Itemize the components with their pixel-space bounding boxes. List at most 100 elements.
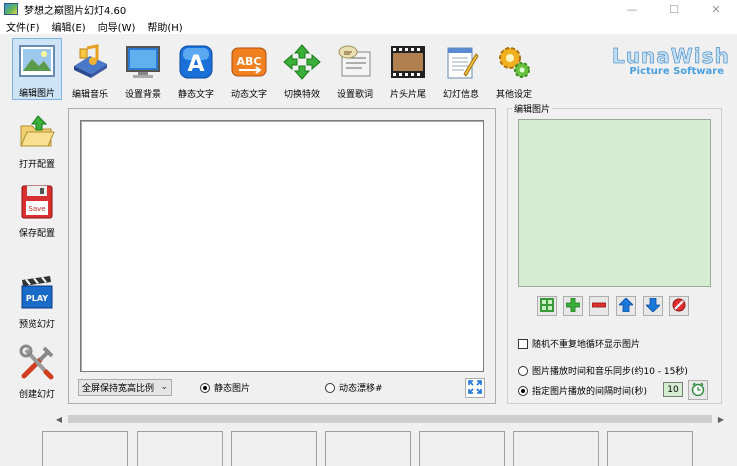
open-config-label: 打开配置 xyxy=(18,160,55,170)
open-folder-icon xyxy=(17,113,57,153)
radio-dot xyxy=(518,365,528,376)
menu-bar: 文件(F) 编辑(E) 向导(W) 帮助(H) xyxy=(0,18,737,34)
radio-dot xyxy=(518,385,528,396)
close-button[interactable]: ✕ xyxy=(695,0,737,18)
create-slideshow-button[interactable]: 创建幻灯 xyxy=(10,343,64,403)
svg-text:A: A xyxy=(187,52,204,77)
sync-music-label: 图片播放时间和音乐同步(约10 - 15秒) xyxy=(532,367,688,377)
picture-list[interactable] xyxy=(518,119,711,287)
notepad-icon xyxy=(441,42,481,81)
opening-ending-button[interactable]: 片头片尾 xyxy=(383,38,433,100)
preview-slideshow-button[interactable]: PLAY 预览幻灯 xyxy=(10,273,64,333)
random-loop-label: 随机不重复地循环显示图片 xyxy=(532,340,641,350)
slideshow-info-button[interactable]: 幻灯信息 xyxy=(436,38,486,100)
save-config-button[interactable]: Save 保存配置 xyxy=(10,182,64,242)
expand-icon xyxy=(468,379,482,397)
set-lyrics-button[interactable]: 设置歌词 xyxy=(330,38,380,100)
scroll-left-icon[interactable]: ◀ xyxy=(52,411,66,427)
window-controls: — ☐ ✕ xyxy=(611,0,737,18)
interval-label: 指定图片播放的间隔时间(秒) xyxy=(532,387,648,397)
add-picture-button[interactable] xyxy=(563,296,583,316)
sync-music-radio[interactable]: 图片播放时间和音乐同步(约10 - 15秒) xyxy=(518,364,688,377)
thumbnail-slot[interactable] xyxy=(607,431,693,466)
thumbnail-slot[interactable] xyxy=(137,431,223,466)
static-image-label: 静态图片 xyxy=(214,384,251,394)
interval-input[interactable]: 10 xyxy=(663,382,683,397)
logo-main-text: LunaWish xyxy=(612,44,730,69)
arrow-down-icon xyxy=(645,297,661,315)
edit-picture-label: 编辑图片 xyxy=(18,89,55,99)
abc-icon: ABC xyxy=(229,42,269,81)
checkbox-box xyxy=(518,338,528,349)
thumbnail-slot[interactable] xyxy=(42,431,128,466)
edit-picture-icon xyxy=(17,43,57,80)
lyrics-icon xyxy=(335,42,375,81)
remove-picture-button[interactable] xyxy=(589,296,609,316)
fullscreen-button[interactable] xyxy=(465,378,485,398)
gears-icon xyxy=(494,42,534,81)
transition-effects-button[interactable]: 切换特效 xyxy=(277,38,327,100)
app-icon xyxy=(4,3,18,15)
random-loop-checkbox[interactable]: 随机不重复地循环显示图片 xyxy=(518,337,640,350)
scale-mode-value: 全屏保持宽高比例 xyxy=(82,384,155,394)
clear-button[interactable] xyxy=(669,296,689,316)
film-strip-icon xyxy=(388,42,428,81)
save-config-label: 保存配置 xyxy=(18,229,55,239)
scroll-right-icon[interactable]: ▶ xyxy=(714,411,728,427)
move-down-button[interactable] xyxy=(643,296,663,316)
transition-effects-label: 切换特效 xyxy=(283,90,320,100)
radio-dot xyxy=(325,382,335,393)
static-image-radio[interactable]: 静态图片 xyxy=(200,381,250,394)
scale-mode-select[interactable]: 全屏保持宽高比例 ⌄ xyxy=(78,379,172,396)
four-arrows-icon xyxy=(282,42,322,81)
interval-apply-button[interactable] xyxy=(688,380,708,400)
save-disk-icon: Save xyxy=(17,182,57,222)
scrollbar-thumb[interactable] xyxy=(68,415,712,423)
grid-icon xyxy=(540,297,554,315)
open-config-button[interactable]: 打开配置 xyxy=(10,113,64,173)
save-badge: Save xyxy=(28,205,45,213)
menu-wizard[interactable]: 向导(W) xyxy=(92,19,142,34)
preview-canvas xyxy=(80,120,484,372)
window-title: 梦想之巅图片幻灯4.60 xyxy=(24,5,127,17)
dynamic-text-label: 动态文字 xyxy=(230,90,267,100)
forbidden-icon xyxy=(672,298,686,315)
preview-slideshow-label: 预览幻灯 xyxy=(18,320,55,330)
other-settings-label: 其他设定 xyxy=(495,90,532,100)
menu-file[interactable]: 文件(F) xyxy=(0,19,46,34)
dynamic-text-button[interactable]: ABC 动态文字 xyxy=(224,38,274,100)
edit-picture-button[interactable]: 编辑图片 xyxy=(12,38,62,100)
thumbnail-slot[interactable] xyxy=(231,431,317,466)
tools-icon xyxy=(17,343,57,383)
move-up-button[interactable] xyxy=(616,296,636,316)
set-background-button[interactable]: 设置背景 xyxy=(118,38,168,100)
static-text-button[interactable]: A 静态文字 xyxy=(171,38,221,100)
horizontal-scrollbar[interactable]: ◀ ▶ xyxy=(52,411,728,427)
slideshow-info-label: 幻灯信息 xyxy=(442,90,479,100)
letter-a-icon: A xyxy=(176,42,216,81)
thumbnail-slot[interactable] xyxy=(419,431,505,466)
grid-button[interactable] xyxy=(537,296,557,316)
menu-help[interactable]: 帮助(H) xyxy=(141,19,188,34)
plus-icon xyxy=(565,297,581,315)
svg-text:ABC: ABC xyxy=(237,55,262,68)
play-badge: PLAY xyxy=(26,294,48,303)
edit-music-button[interactable]: 编辑音乐 xyxy=(65,38,115,100)
dynamic-drift-radio[interactable]: 动态漂移# xyxy=(325,381,383,394)
app-logo: LunaWish Picture Software xyxy=(612,44,730,84)
other-settings-button[interactable]: 其他设定 xyxy=(489,38,539,100)
radio-dot xyxy=(200,382,210,393)
create-slideshow-label: 创建幻灯 xyxy=(18,390,55,400)
menu-edit[interactable]: 编辑(E) xyxy=(46,19,92,34)
edit-music-label: 编辑音乐 xyxy=(71,90,108,100)
static-text-label: 静态文字 xyxy=(177,90,214,100)
thumbnail-slot[interactable] xyxy=(325,431,411,466)
clock-icon xyxy=(691,382,705,399)
maximize-button[interactable]: ☐ xyxy=(653,0,695,18)
minimize-button[interactable]: — xyxy=(611,0,653,18)
interval-radio[interactable]: 指定图片播放的间隔时间(秒) xyxy=(518,384,647,397)
arrow-up-icon xyxy=(618,296,634,315)
minus-icon xyxy=(591,298,607,315)
thumbnail-slot[interactable] xyxy=(513,431,599,466)
play-clapper-icon: PLAY xyxy=(17,273,57,313)
